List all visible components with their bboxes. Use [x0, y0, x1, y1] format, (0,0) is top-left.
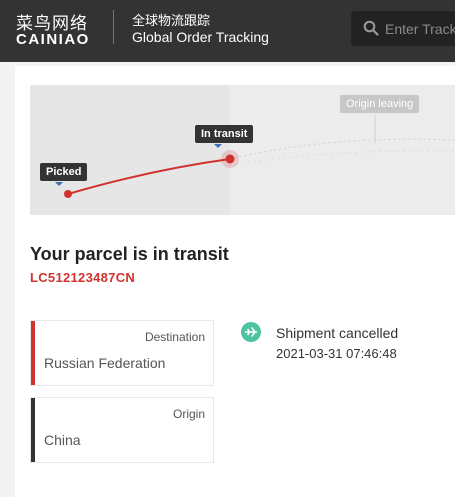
future-route-line-2	[229, 150, 455, 166]
in-transit-tag: In transit	[195, 125, 254, 143]
event-time: 2021-03-31 07:46:48	[276, 346, 397, 361]
page-title: Global Order Tracking	[132, 29, 269, 45]
picked-tag: Picked	[40, 163, 88, 181]
origin-card: Origin China	[30, 397, 214, 463]
event-title: Shipment cancelled	[276, 325, 399, 341]
in-transit-tag-pointer	[214, 144, 222, 148]
route-map[interactable]: Origin leaving In transit Picked	[30, 85, 455, 215]
traveled-route-line	[67, 158, 231, 195]
origin-bar	[31, 398, 35, 462]
logo-english[interactable]: CAINIAO	[16, 31, 90, 48]
page-title-chinese: 全球物流跟踪	[132, 14, 211, 29]
origin-leaving-tag: Origin leaving	[340, 95, 420, 113]
search-box[interactable]	[351, 11, 455, 46]
origin-value: China	[44, 432, 81, 448]
origin-label: Origin	[172, 407, 205, 421]
picked-point	[64, 190, 72, 198]
picked-tag-pointer	[55, 182, 63, 186]
current-location-point	[225, 154, 235, 164]
top-header: 菜鸟网络 CAINIAO 全球物流跟踪 Global Order Trackin…	[0, 0, 455, 62]
future-route-line	[229, 138, 455, 160]
plane-icon	[241, 322, 261, 342]
header-divider	[113, 10, 114, 44]
destination-value: Russian Federation	[44, 355, 166, 371]
destination-card: Destination Russian Federation	[30, 320, 214, 386]
destination-bar	[31, 321, 35, 385]
search-icon[interactable]	[363, 20, 379, 36]
search-input[interactable]	[385, 11, 455, 46]
parcel-status-title: Your parcel is in transit	[30, 244, 229, 264]
tracking-number[interactable]: LC512123487CN	[30, 270, 135, 285]
destination-label: Destination	[144, 330, 205, 344]
